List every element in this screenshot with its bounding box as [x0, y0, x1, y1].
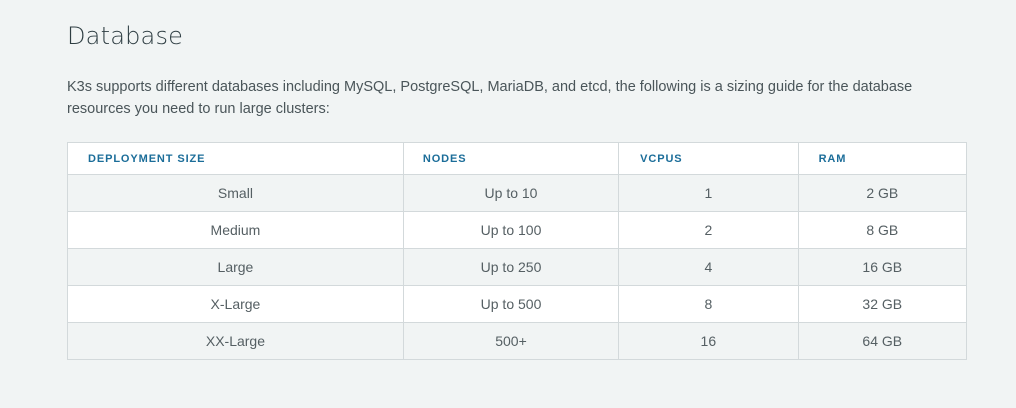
cell-deployment-size: Small	[67, 174, 404, 212]
section-intro: K3s supports different databases includi…	[67, 79, 913, 117]
table-row: XX-Large 500+ 16 64 GB	[67, 322, 968, 360]
cell-vcpus: 1	[618, 174, 799, 212]
cell-nodes: Up to 10	[402, 174, 620, 212]
cell-nodes: Up to 100	[402, 211, 620, 249]
table-row: X-Large Up to 500 8 32 GB	[67, 285, 968, 323]
column-header-nodes: NODES	[402, 142, 620, 175]
cell-vcpus: 4	[618, 248, 799, 286]
table-row: Small Up to 10 1 2 GB	[67, 174, 968, 212]
table-row: Medium Up to 100 2 8 GB	[67, 211, 968, 249]
cell-vcpus: 8	[618, 285, 799, 323]
column-header-ram: RAM	[797, 142, 968, 175]
cell-deployment-size: XX-Large	[67, 322, 404, 360]
cell-deployment-size: Medium	[67, 211, 404, 249]
cell-ram: 8 GB	[797, 211, 968, 249]
cell-deployment-size: Large	[67, 248, 404, 286]
cell-ram: 32 GB	[797, 285, 968, 323]
database-section: Database K3s supports different database…	[0, 0, 1016, 408]
cell-ram: 64 GB	[797, 322, 968, 360]
section-title: Database	[67, 22, 184, 50]
cell-vcpus: 2	[618, 211, 799, 249]
cell-nodes: 500+	[402, 322, 620, 360]
cell-nodes: Up to 500	[402, 285, 620, 323]
cell-ram: 16 GB	[797, 248, 968, 286]
cell-vcpus: 16	[618, 322, 799, 360]
cell-nodes: Up to 250	[402, 248, 620, 286]
column-header-deployment-size: DEPLOYMENT SIZE	[67, 142, 404, 175]
cell-ram: 2 GB	[797, 174, 968, 212]
table-header-row: DEPLOYMENT SIZE NODES VCPUS RAM	[67, 142, 968, 175]
sizing-table: DEPLOYMENT SIZE NODES VCPUS RAM Small Up…	[67, 142, 968, 360]
cell-deployment-size: X-Large	[67, 285, 404, 323]
column-header-vcpus: VCPUS	[618, 142, 799, 175]
table-row: Large Up to 250 4 16 GB	[67, 248, 968, 286]
